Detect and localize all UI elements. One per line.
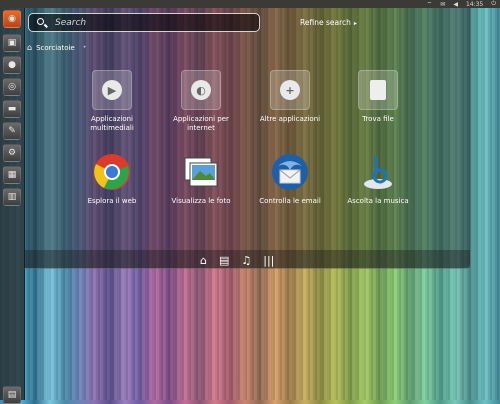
breadcrumb-separator: • [82,44,87,51]
photo-viewer-icon [181,152,221,192]
app-music[interactable]: Ascolta la musica [338,152,418,206]
folder-icon: ▣ [7,38,17,48]
app-email[interactable]: Controlla le email [250,152,330,206]
music-player-icon: ◎ [8,82,16,92]
launcher-item-trash-top[interactable]: ▥ [3,188,21,206]
lens-bar: ⌂ ▤ ♫ ||| [200,254,274,267]
app-photo-viewer-label: Visualizza le foto [171,197,231,205]
launcher-item-settings[interactable]: ⚙ [3,144,21,162]
top-panel: ⌔ ✉ ◀ 14:35 ⏻ [0,0,500,8]
mail-icon[interactable]: ✉ [440,1,445,8]
home-icon: ⌂ [27,43,33,52]
lens-internet-label: Applicazioni per internet [173,115,229,132]
lens-find-files[interactable]: Trova file [338,70,418,124]
terminal-icon: ▬ [7,104,17,114]
bin-icon: ▥ [7,192,17,202]
search-input[interactable] [55,16,255,30]
file-lens-icon [358,70,398,110]
dash-overlay [24,8,471,269]
launcher-item-trash[interactable]: ▤ [3,386,21,404]
files-lens-icon[interactable]: ▤ [219,254,229,267]
launcher-item-editor[interactable]: ✎ [3,122,21,140]
lens-internet[interactable]: ◐ Applicazioni per internet [161,70,241,133]
trash-icon: ▤ [7,390,17,400]
app-photo-viewer[interactable]: Visualizza le foto [161,152,241,206]
plus-lens-icon: + [270,70,310,110]
expand-arrow-icon: ▸ [353,20,357,27]
search-icon [37,18,44,25]
launcher-item-firefox[interactable]: ● [3,56,21,74]
play-lens-icon: ▶ [92,70,132,110]
thunderbird-icon [270,152,310,192]
system-tray: ⌔ ✉ ◀ 14:35 ⏻ [427,0,496,8]
lens-other-apps-label: Altre applicazioni [259,115,321,123]
launcher-item-terminal[interactable]: ▬ [3,100,21,118]
workspace-icon: ▦ [7,170,17,180]
launcher-item-home-folder[interactable]: ▣ [3,34,21,52]
network-icon[interactable]: ⌔ [427,0,433,8]
apps-lens-icon[interactable]: ||| [263,254,274,267]
clock[interactable]: 14:35 [466,1,483,8]
dash-home-button[interactable]: ◉ [3,10,21,28]
app-web-browser[interactable]: Esplora il web [72,152,152,206]
lens-multimedia[interactable]: ▶ Applicazioni multimediali [72,70,152,133]
search-box[interactable] [28,13,260,32]
gear-icon: ⚙ [7,148,17,158]
lens-other-apps[interactable]: + Altre applicazioni [250,70,330,124]
globe-lens-icon: ◐ [181,70,221,110]
app-music-label: Ascolta la musica [347,197,409,205]
refine-search-label: Refine search [300,18,351,27]
ubuntu-logo-icon: ◉ [8,14,16,24]
volume-icon[interactable]: ◀ [453,1,458,8]
refine-search-button[interactable]: Refine search ▸ [300,18,357,27]
banshee-icon [358,152,398,192]
power-icon[interactable]: ⏻ [491,0,496,8]
pencil-icon: ✎ [8,126,16,136]
music-lens-icon[interactable]: ♫ [241,254,251,267]
home-lens-icon[interactable]: ⌂ [200,254,207,267]
launcher-item-music[interactable]: ◎ [3,78,21,96]
lens-multimedia-label: Applicazioni multimediali [90,115,134,132]
browser-icon: ● [8,60,16,70]
launcher-item-workspaces[interactable]: ▦ [3,166,21,184]
launcher: ◉ ▣ ● ◎ ▬ ✎ ⚙ ▦ ▥ ▤ [0,8,25,404]
breadcrumb[interactable]: ⌂ Scorciatoie • [27,43,86,52]
lens-find-files-label: Trova file [362,115,394,123]
app-web-browser-label: Esplora il web [87,197,137,205]
breadcrumb-label: Scorciatoie [36,43,75,52]
app-email-label: Controlla le email [259,197,321,205]
chrome-icon [92,152,132,192]
